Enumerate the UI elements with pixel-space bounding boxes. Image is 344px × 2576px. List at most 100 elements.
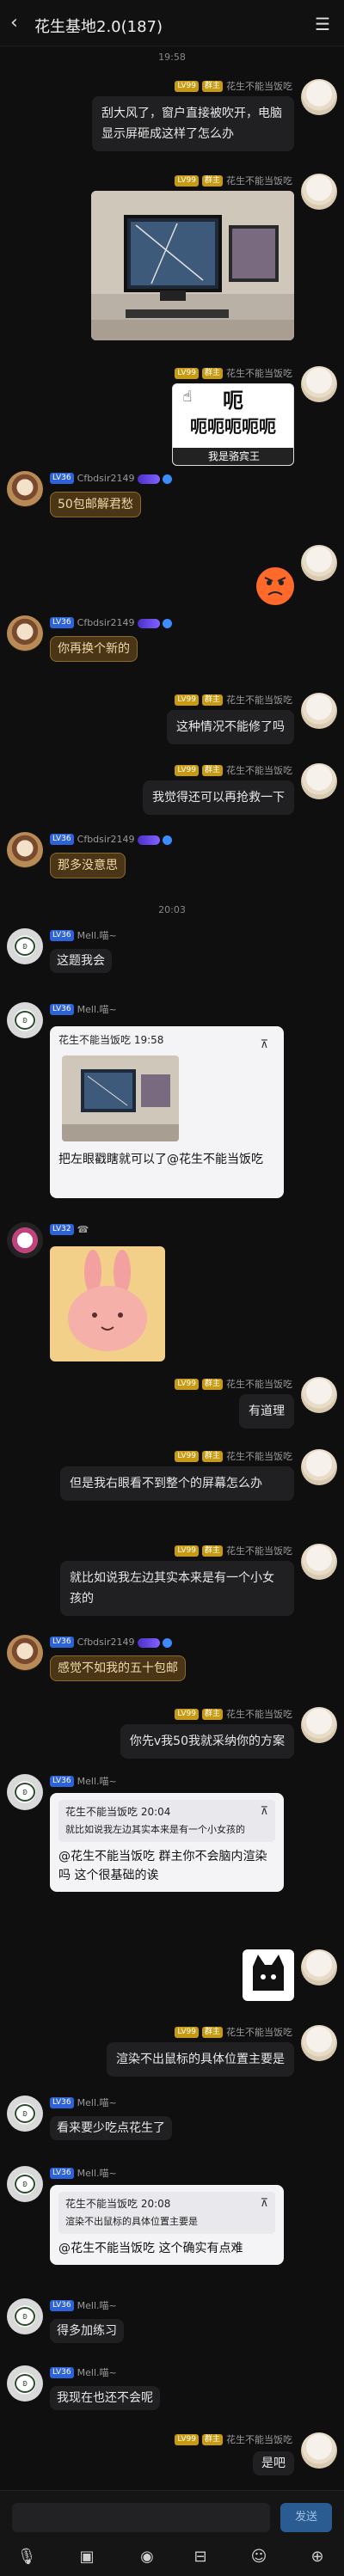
vip-badge-icon — [138, 835, 161, 845]
sender-meta: LV99 群主 花生不能当饭吃 — [175, 2434, 292, 2446]
sender-meta: LV99 群主 花生不能当饭吃 — [175, 1709, 292, 1721]
mell-avatar-icon: ʚ — [15, 1783, 35, 1802]
message-text[interactable]: 得多加练习 — [50, 2319, 124, 2343]
quoted-message[interactable]: 花生不能当饭吃 20:04 ⊼ 就比如说我左边其实本来是有一个小女孩的 — [58, 1800, 275, 1842]
timestamp: 19:58 — [158, 52, 186, 63]
avatar[interactable] — [301, 2432, 337, 2469]
angry-face-icon — [264, 577, 286, 596]
plus-icon[interactable]: ⊕ — [304, 2544, 330, 2570]
sender-meta: LV36 Mell.喵~ — [50, 2097, 117, 2109]
quote-title: 花生不能当饭吃 20:08 — [65, 2198, 171, 2210]
sender-meta: LV36 Mell.喵~ — [50, 2300, 117, 2312]
reply-card[interactable]: 花生不能当饭吃 19:58 ⊼ 把左眼戳瞎就可以了@花生不能当饭吃 — [50, 1026, 284, 1198]
reply-text: @花生不能当饭吃 这个确实有点难 — [58, 2242, 243, 2255]
emoji-icon[interactable]: ☺ — [246, 2544, 272, 2570]
avatar[interactable]: ʚ — [7, 928, 43, 964]
sender-meta: LV99 群主 花生不能当饭吃 — [175, 1545, 292, 1557]
verified-icon — [163, 1637, 173, 1648]
cat-icon — [253, 1955, 284, 1991]
avatar[interactable] — [7, 1222, 43, 1258]
message-text[interactable]: 是吧 — [253, 2451, 294, 2475]
camera-icon[interactable]: ◉ — [134, 2544, 160, 2570]
message-text[interactable]: 就比如说我左边其实本来是有一个小女孩的 — [60, 1561, 294, 1616]
message-text[interactable]: 我觉得还可以再抢救一下 — [143, 780, 294, 815]
reply-card[interactable]: 花生不能当饭吃 20:08 ⊼ 渲染不出鼠标的具体位置主要是 @花生不能当饭吃 … — [50, 2185, 284, 2265]
verified-icon — [163, 835, 173, 845]
menu-icon[interactable]: ☰ — [315, 14, 330, 34]
avatar[interactable] — [301, 1544, 337, 1580]
avatar[interactable] — [301, 693, 337, 729]
message-text[interactable]: 感觉不如我的五十包邮 — [50, 1655, 186, 1681]
mic-icon[interactable]: 🎙 — [14, 2544, 40, 2570]
back-icon[interactable]: ‹ — [10, 12, 18, 34]
message-text[interactable]: 有道理 — [239, 1394, 294, 1429]
avatar[interactable]: ʚ — [7, 2298, 43, 2334]
avatar[interactable] — [7, 1635, 43, 1671]
avatar[interactable] — [301, 366, 337, 402]
avatar[interactable] — [301, 1949, 337, 1986]
avatar[interactable] — [301, 2025, 337, 2061]
sticker-luobinwang[interactable]: ☝ 呃 呃呃呃呃呃 我是骆宾王 — [172, 383, 294, 466]
sender-meta: LV99 群主 花生不能当饭吃 — [175, 1451, 292, 1463]
gift-icon[interactable]: ⊟ — [187, 2544, 213, 2570]
sticker-caption: 我是骆宾王 — [173, 448, 293, 465]
photo-broken-monitor[interactable] — [91, 191, 294, 340]
message-text[interactable]: 但是我右眼看不到整个的屏幕怎么办 — [60, 1466, 294, 1501]
message-text[interactable]: 看来要少吃点花生了 — [50, 2116, 172, 2140]
message-text[interactable]: 50包邮解君愁 — [50, 492, 141, 517]
reply-text: @花生不能当饭吃 群主你不会脑内渲染吗 这个很基础的诶 — [58, 1850, 267, 1882]
avatar[interactable] — [301, 763, 337, 799]
mell-avatar-icon: ʚ — [15, 2175, 35, 2194]
avatar[interactable]: ʚ — [7, 2096, 43, 2132]
quoted-message[interactable]: 花生不能当饭吃 19:58 ⊼ — [58, 1033, 275, 1145]
avatar[interactable]: ʚ — [7, 2365, 43, 2402]
sender-meta: LV99 群主 花生不能当饭吃 — [175, 175, 292, 187]
avatar[interactable] — [301, 545, 337, 581]
avatar[interactable]: ʚ — [7, 2166, 43, 2202]
quoted-message[interactable]: 花生不能当饭吃 20:08 ⊼ 渲染不出鼠标的具体位置主要是 — [58, 2192, 275, 2234]
pin-icon[interactable]: ⊼ — [260, 1804, 268, 1819]
avatar[interactable] — [7, 832, 43, 868]
avatar[interactable] — [301, 79, 337, 115]
message-text[interactable]: 这题我会 — [50, 949, 112, 973]
pin-icon[interactable]: ⊼ — [260, 1037, 268, 1052]
message-text[interactable]: 我现在也还不会呢 — [50, 2386, 160, 2410]
avatar[interactable]: ʚ — [7, 1002, 43, 1038]
message-text[interactable]: 那多没意思 — [50, 853, 126, 878]
vip-badge-icon — [138, 474, 161, 484]
cat-sticker[interactable] — [243, 1949, 294, 2001]
avatar[interactable] — [301, 174, 337, 210]
quote-title: 花生不能当饭吃 19:58 — [58, 1034, 164, 1046]
message-input[interactable] — [12, 2503, 270, 2532]
mell-avatar-icon: ʚ — [15, 1011, 35, 1030]
message-text[interactable]: 你先v我50我就采纳你的方案 — [120, 1724, 294, 1759]
angry-face-sticker[interactable] — [256, 567, 294, 605]
avatar[interactable] — [301, 1707, 337, 1743]
toolbar: 🎙 ▣ ◉ ⊟ ☺ ⊕ — [0, 2544, 344, 2570]
message-text[interactable]: 这种情况不能修了吗 — [167, 710, 294, 744]
timestamp: 20:03 — [158, 904, 186, 915]
avatar[interactable] — [301, 1377, 337, 1413]
send-button[interactable]: 发送 — [280, 2503, 332, 2532]
reply-card[interactable]: 花生不能当饭吃 20:04 ⊼ 就比如说我左边其实本来是有一个小女孩的 @花生不… — [50, 1793, 284, 1892]
sender-meta: LV36 Mell.喵~ — [50, 2367, 117, 2379]
message-text[interactable]: 渲染不出鼠标的具体位置主要是 — [107, 2042, 294, 2077]
vip-badge-icon — [138, 1637, 161, 1648]
sender-meta: LV99 群主 花生不能当饭吃 — [175, 81, 292, 93]
image-icon[interactable]: ▣ — [74, 2544, 100, 2570]
bunny-sticker[interactable] — [50, 1246, 165, 1361]
chat-title: 花生基地2.0(187) — [34, 18, 163, 36]
vip-badge-icon — [138, 618, 161, 628]
avatar[interactable] — [7, 615, 43, 652]
quoted-photo-svg — [62, 1055, 179, 1141]
sender-meta: LV99 群主 花生不能当饭吃 — [175, 1379, 292, 1391]
avatar[interactable] — [301, 1449, 337, 1485]
avatar[interactable] — [7, 471, 43, 507]
avatar[interactable]: ʚ — [7, 1774, 43, 1810]
quoted-photo[interactable] — [62, 1055, 179, 1141]
verified-icon — [163, 474, 173, 484]
pin-icon[interactable]: ⊼ — [260, 2196, 268, 2211]
sender-meta: LV36 Cfbdsir2149 — [50, 617, 173, 629]
message-text[interactable]: 你再换个新的 — [50, 636, 138, 662]
message-text[interactable]: 刮大风了，窗户直接被吹开，电脑显示屏砸成这样了怎么办 — [92, 96, 294, 151]
